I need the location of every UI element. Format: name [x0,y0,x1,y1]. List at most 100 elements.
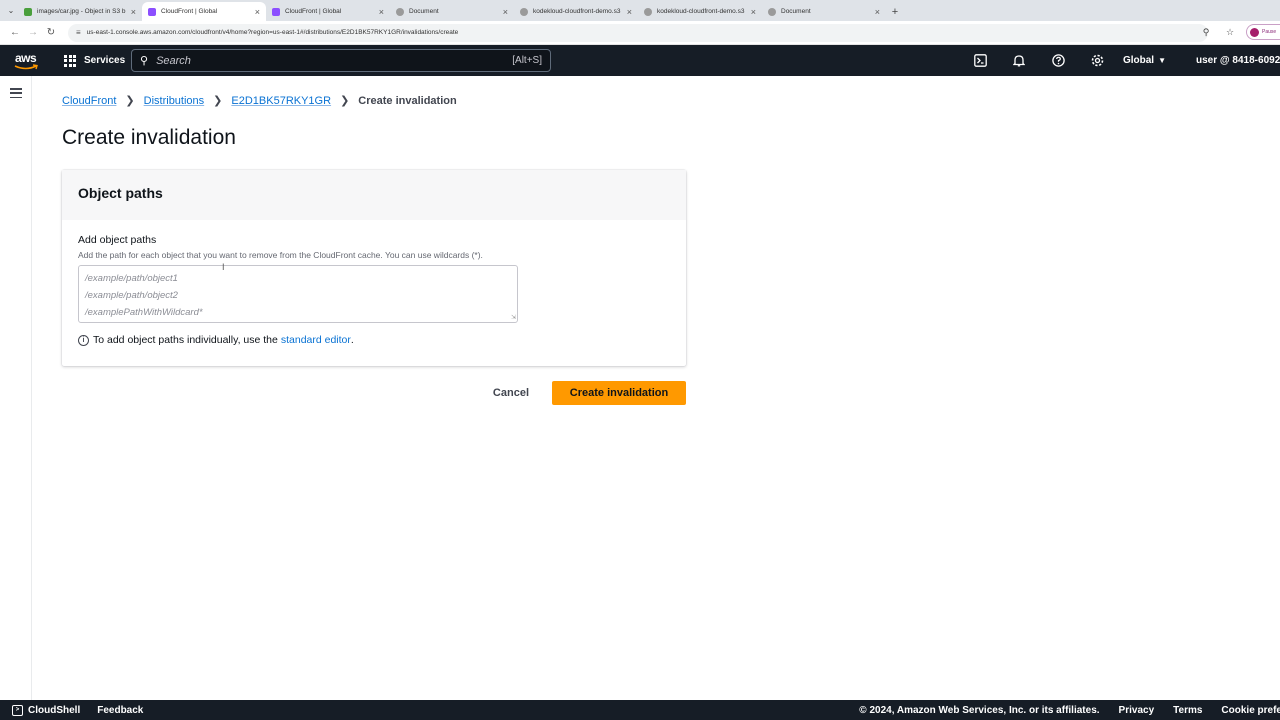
placeholder-line: /example/path/object2 [85,290,178,301]
cancel-button[interactable]: Cancel [493,387,529,399]
console-footer: > CloudShell Feedback © 2024, Amazon Web… [0,700,1280,720]
privacy-link[interactable]: Privacy [1119,705,1155,716]
tab-title: CloudFront | Global [161,8,218,15]
tab-close-icon[interactable]: × [751,7,756,17]
aws-top-nav: aws Services ⚲ Search [Alt+S] Global ▼ u… [0,45,1280,76]
browser-address-bar: ← → ↻ ≡ us-east-1.console.aws.amazon.com… [0,21,1280,45]
tab-close-icon[interactable]: × [875,7,880,17]
chevron-right-icon: ❯ [213,95,223,107]
object-paths-container: Object paths Add object paths Add the pa… [62,170,686,366]
tab-close-icon[interactable]: × [131,7,136,17]
info-icon: i [78,334,89,346]
services-grid-icon [64,54,76,67]
aws-logo-text: aws [15,50,37,65]
placeholder-line: /example/path/object1 [85,273,178,284]
browser-tab[interactable]: kodekloud-cloudfront-demo.s3 × [514,2,638,21]
info-message: i To add object paths individually, use … [78,334,354,346]
tab-close-icon[interactable]: × [255,7,260,17]
main-content: CloudFront ❯ Distributions ❯ E2D1BK57RKY… [32,76,1280,700]
chevron-right-icon: ❯ [125,95,135,107]
side-navigation-rail [0,76,32,700]
settings-gear-icon[interactable] [1078,45,1117,76]
region-label: Global [1122,55,1155,66]
tab-title: images/car.jpg - Object in S3 b [37,8,126,15]
tab-title: kodekloud-cloudfront-demo.s3 [657,8,745,15]
help-icon[interactable] [1039,45,1078,76]
cloudshell-icon[interactable] [961,45,1000,76]
info-suffix: . [350,334,354,346]
copyright-text: © 2024, Amazon Web Services, Inc. or its… [859,704,1100,716]
hamburger-menu-icon[interactable] [10,88,22,98]
tab-search-chevron-icon[interactable]: ⌄ [4,0,18,21]
object-paths-header: Object paths [62,170,686,220]
globe-favicon-icon [768,7,776,16]
page-title: Create invalidation [62,126,236,149]
region-selector[interactable]: Global ▼ [1123,55,1166,66]
browser-tab-active[interactable]: CloudFront | Global × [142,2,266,21]
console-search-input[interactable]: ⚲ Search [Alt+S] [131,49,551,72]
caret-down-icon: ▼ [1158,56,1166,65]
aws-logo[interactable]: aws [14,51,40,71]
profile-avatar [1250,27,1259,37]
aws-smile-icon [14,63,38,69]
tab-title: Document [409,8,439,15]
url-text: us-east-1.console.aws.amazon.com/cloudfr… [86,29,459,36]
breadcrumb: CloudFront ❯ Distributions ❯ E2D1BK57RKY… [62,94,457,108]
browser-tab[interactable]: images/car.jpg - Object in S3 b × [18,2,142,21]
search-placeholder: Search [156,54,191,67]
resize-handle-icon[interactable]: ⇲ [511,315,516,321]
search-icon: ⚲ [140,55,149,67]
globe-favicon-icon [396,7,404,16]
forward-arrow-icon[interactable]: → [24,24,42,42]
feedback-link[interactable]: Feedback [97,705,143,716]
browser-tab[interactable]: Document × [762,2,886,21]
standard-editor-link[interactable]: standard editor [281,334,351,346]
cloudshell-label: CloudShell [28,704,81,716]
browser-tab[interactable]: CloudFront | Global × [266,2,390,21]
site-info-icon[interactable]: ≡ [76,28,81,37]
cloudshell-icon: > [12,704,23,716]
text-cursor-icon: I [222,262,225,272]
tab-title: kodekloud-cloudfront-demo.s3 [533,8,621,15]
globe-favicon-icon [520,7,528,16]
search-shortcut-hint: [Alt+S] [512,55,542,66]
profile-button[interactable]: Pause [1246,24,1280,40]
breadcrumb-cloudfront[interactable]: CloudFront [62,95,116,107]
info-text: To add object paths individually, use th… [93,334,278,346]
tab-title: Document [781,8,811,15]
add-object-paths-label: Add object paths [78,234,157,246]
create-invalidation-button[interactable]: Create invalidation [552,381,686,405]
reload-icon[interactable]: ↻ [42,24,60,42]
browser-tab[interactable]: Document × [390,2,514,21]
bookmark-star-icon[interactable]: ☆ [1222,24,1238,40]
url-field[interactable]: ≡ us-east-1.console.aws.amazon.com/cloud… [68,23,1208,42]
terms-link[interactable]: Terms [1173,705,1202,716]
browser-tab-strip: ⌄ images/car.jpg - Object in S3 b × Clou… [0,0,1280,21]
tab-close-icon[interactable]: × [503,7,508,17]
browser-tab[interactable]: kodekloud-cloudfront-demo.s3 × [638,2,762,21]
notifications-bell-icon[interactable] [1000,45,1039,76]
tab-title: CloudFront | Global [285,8,342,15]
tab-close-icon[interactable]: × [379,7,384,17]
cloudfront-favicon-icon [148,7,156,16]
cloudfront-favicon-icon [272,7,280,16]
breadcrumb-current: Create invalidation [358,94,457,107]
cookie-preferences-link[interactable]: Cookie prefe [1221,705,1280,716]
chevron-right-icon: ❯ [340,95,350,107]
breadcrumb-distributions[interactable]: Distributions [144,95,205,107]
back-arrow-icon[interactable]: ← [6,24,24,42]
tab-close-icon[interactable]: × [627,7,632,17]
breadcrumb-distribution-id[interactable]: E2D1BK57RKY1GR [231,95,331,107]
account-menu[interactable]: user @ 8418-6092- [1196,55,1280,66]
s3-favicon-icon [24,7,32,16]
services-menu-button[interactable]: Services [64,54,126,67]
services-label: Services [84,55,126,66]
globe-favicon-icon [644,7,652,16]
profile-label: Pause [1262,29,1277,35]
cloudshell-footer-button[interactable]: > CloudShell [12,704,81,716]
zoom-icon[interactable]: ⚲ [1198,24,1214,40]
object-paths-textarea[interactable]: /example/path/object1 /example/path/obje… [78,265,518,323]
add-object-paths-description: Add the path for each object that you wa… [78,250,483,260]
new-tab-plus-icon[interactable]: + [886,2,904,21]
form-actions: Cancel Create invalidation [472,381,686,405]
